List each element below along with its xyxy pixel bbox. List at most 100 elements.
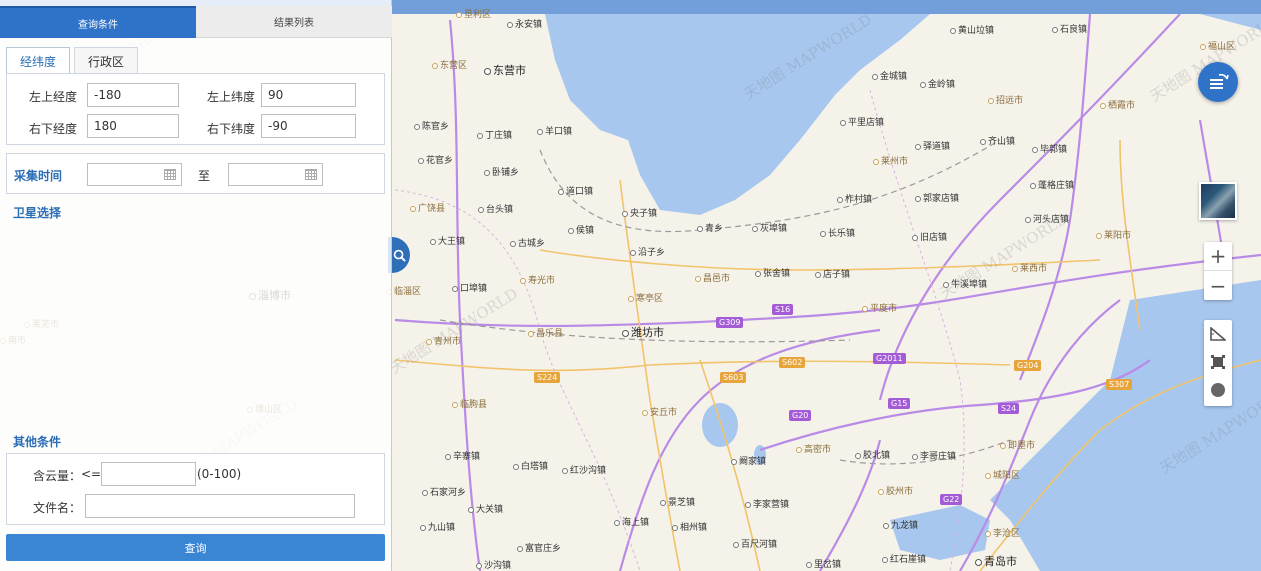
search-icon (393, 249, 406, 262)
place-marker-icon (912, 454, 918, 460)
place-label: 昌邑市 (695, 274, 730, 284)
zoom-out-button[interactable]: − (1204, 271, 1232, 300)
bottom-right-lon-label: 右下经度 (29, 122, 78, 136)
clear-drawing-button[interactable] (1204, 376, 1232, 404)
place-name: 蓬格庄镇 (1038, 181, 1075, 191)
top-left-lat-input[interactable]: 90 (261, 83, 356, 107)
place-marker-icon (980, 139, 986, 145)
place-marker-icon (873, 159, 879, 165)
end-date-input[interactable] (228, 163, 323, 186)
subtab-lat-lon[interactable]: 经纬度 (6, 47, 71, 75)
place-name: 平里店镇 (848, 118, 885, 128)
place-label: 花官乡 (418, 156, 453, 166)
place-name: 古城乡 (518, 239, 546, 249)
bottom-right-lat-input[interactable]: -90 (261, 114, 356, 138)
circle-icon (1211, 383, 1225, 397)
place-label: 口埠镇 (452, 284, 487, 294)
measure-distance-button[interactable] (1204, 320, 1232, 348)
layers-icon (1210, 73, 1229, 89)
place-label: 胶北镇 (855, 451, 890, 461)
place-marker-icon (1032, 147, 1038, 153)
road-shield: G22 (940, 494, 963, 505)
filename-input[interactable] (85, 494, 355, 518)
cloud-cover-range: (0-100) (197, 467, 242, 481)
place-name: 驿道镇 (923, 142, 951, 152)
place-name: 河头店镇 (1033, 215, 1070, 225)
place-name: 长乐镇 (828, 229, 856, 239)
basemap-switcher[interactable] (1199, 182, 1237, 220)
other-conditions-box: 含云量： <= (0-100) 文件名： (6, 453, 385, 525)
measure-area-button[interactable] (1204, 348, 1232, 376)
place-label: 郭家店镇 (915, 194, 959, 204)
place-marker-icon (855, 453, 861, 459)
place-name: 道口镇 (566, 187, 594, 197)
place-marker-icon (796, 447, 802, 453)
place-label: 白塔镇 (513, 462, 548, 472)
place-name: 高密市 (804, 445, 832, 455)
bottom-right-lon-input[interactable]: 180 (87, 114, 179, 138)
place-label: 大关镇 (468, 505, 503, 515)
place-marker-icon (622, 211, 628, 217)
place-marker-icon (476, 563, 482, 569)
place-label: 牛溪埠镇 (943, 280, 987, 290)
place-name: 平度市 (870, 304, 898, 314)
zoom-in-button[interactable]: + (1204, 242, 1232, 271)
place-marker-icon (943, 282, 949, 288)
query-button[interactable]: 查询 (6, 534, 385, 561)
place-label: 红石崖镇 (882, 555, 926, 565)
place-label: 金城镇 (872, 72, 907, 82)
road-shield: G20 (789, 410, 812, 421)
cloud-cover-input[interactable] (101, 462, 196, 486)
place-name: 东营市 (493, 64, 526, 77)
place-name: 黄山垃镇 (958, 26, 995, 36)
layer-toggle-button[interactable] (1198, 62, 1238, 102)
place-label: 莱西市 (1012, 264, 1047, 274)
start-date-input[interactable] (87, 163, 182, 186)
place-marker-icon (1000, 443, 1006, 449)
road-shield: S224 (534, 372, 561, 383)
place-marker-icon (456, 12, 462, 18)
place-label: 平里店镇 (840, 118, 884, 128)
place-marker-icon (731, 459, 737, 465)
place-marker-icon (755, 271, 761, 277)
place-label: 齐山镇 (980, 137, 1015, 147)
place-name: 寒亭区 (636, 294, 664, 304)
place-marker-icon (528, 331, 534, 337)
place-label: 富官庄乡 (517, 544, 561, 554)
place-marker-icon (642, 410, 648, 416)
place-name: 店子镇 (823, 270, 851, 280)
place-name: 齐山镇 (988, 137, 1016, 147)
place-label: 柞村镇 (837, 195, 872, 205)
place-name: 郭家店镇 (923, 194, 960, 204)
coordinate-box: 左上经度 -180 左上纬度 90 右下经度 180 右下纬度 -90 (6, 73, 385, 145)
place-marker-icon (418, 158, 424, 164)
place-marker-icon (517, 546, 523, 552)
place-label: 羊口镇 (537, 127, 572, 137)
place-label: 潍坊市 (622, 327, 664, 338)
road-shield: G15 (888, 398, 911, 409)
place-marker-icon (950, 28, 956, 34)
place-label: 石良镇 (1052, 25, 1087, 35)
subtab-admin-region[interactable]: 行政区 (74, 47, 139, 74)
road-shield: S602 (779, 357, 806, 368)
place-name: 临淄区 (394, 287, 422, 297)
place-label: 寒亭区 (628, 294, 663, 304)
place-name: 昌乐县 (536, 329, 564, 339)
tab-query-conditions[interactable]: 查询条件 (0, 6, 196, 38)
satellite-select-label[interactable]: 卫星选择 (13, 204, 61, 221)
place-marker-icon (820, 231, 826, 237)
place-name: 即墨市 (1008, 441, 1036, 451)
place-label: 福山区 (1200, 42, 1235, 52)
place-name: 东营区 (440, 61, 468, 71)
place-label: 大王镇 (430, 237, 465, 247)
place-marker-icon (414, 124, 420, 130)
place-name: 青乡 (705, 224, 724, 234)
place-marker-icon (878, 489, 884, 495)
collect-time-label: 采集时间 (14, 169, 63, 183)
place-label: 高密市 (796, 445, 831, 455)
place-marker-icon (695, 276, 701, 282)
place-marker-icon (733, 542, 739, 548)
tab-result-list[interactable]: 结果列表 (196, 6, 392, 38)
calendar-icon (164, 169, 176, 180)
top-left-lon-input[interactable]: -180 (87, 83, 179, 107)
